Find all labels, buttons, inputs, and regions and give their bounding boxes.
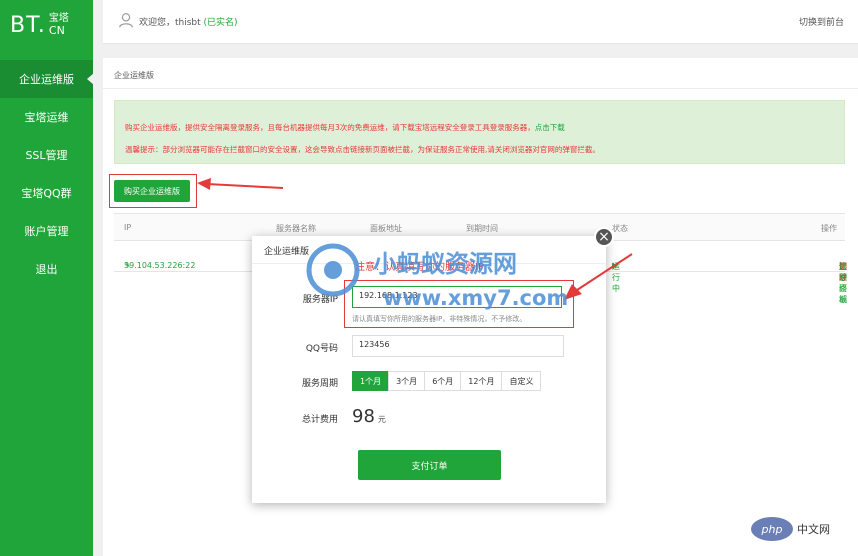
period-3-months[interactable]: 3个月 (388, 371, 426, 391)
period-12-months[interactable]: 12个月 (460, 371, 503, 391)
period-selector: 1个月 3个月 6个月 12个月 自定义 (352, 371, 542, 391)
col-panel-url: 面板地址 (370, 224, 402, 233)
download-link[interactable]: 点击下载 (535, 123, 565, 132)
notice-line2: 温馨提示：部分浏览器可能存在拦截窗口的安全设置，这会导致点击链接新页面被拦截，为… (125, 145, 600, 154)
welcome-text: 欢迎您，thisbt (已实名) (139, 18, 238, 28)
notice-line1: 购买企业运维版，提供安全隔离登录服务，且每台机器提供每月3次的免费运维，请下载宝… (125, 123, 535, 132)
breadcrumb: 企业运维版 (114, 71, 154, 80)
user-icon (119, 13, 133, 28)
col-server-name: 服务器名称 (276, 224, 316, 233)
php-logo: php (751, 517, 793, 541)
sidebar-item-account[interactable]: 账户管理 (0, 212, 93, 250)
period-label: 服务周期 (301, 379, 338, 389)
sidebar-item-enterprise[interactable]: 企业运维版 (0, 60, 94, 98)
logo-bt: BT. (10, 12, 46, 38)
total-label: 总计费用 (301, 415, 338, 425)
logo[interactable]: BT. 宝塔 CN (0, 0, 93, 50)
qq-input[interactable]: 123456 (352, 335, 564, 357)
sidebar-nav: 企业运维版 宝塔运维 SSL管理 宝塔QQ群 账户管理 退出 (0, 60, 94, 288)
top-header: 欢迎您，thisbt (已实名) 切换到前台 (103, 0, 858, 44)
php-cn-badge: php 中文网 (751, 512, 851, 546)
php-cn-text: 中文网 (797, 523, 830, 536)
col-expire: 到期时间 (466, 224, 498, 233)
purchase-modal: 企业运维版 × 注意：认真填写你的服务器IP 服务器IP 192.168.1.1… (252, 227, 614, 503)
notice-box: 购买企业运维版，提供安全隔离登录服务，且每台机器提供每月3次的免费运维，请下载宝… (114, 100, 845, 164)
sidebar-item-qq-group[interactable]: 宝塔QQ群 (0, 174, 93, 212)
sidebar: BT. 宝塔 CN 企业运维版 宝塔运维 SSL管理 宝塔QQ群 账户管理 退出 (0, 0, 94, 556)
pay-order-button[interactable]: 支付订单 (358, 450, 501, 480)
period-1-month[interactable]: 1个月 (352, 371, 390, 391)
close-icon[interactable]: × (594, 227, 614, 247)
period-custom[interactable]: 自定义 (501, 371, 542, 391)
col-status: 状态 (612, 224, 628, 233)
period-6-months[interactable]: 6个月 (424, 371, 462, 391)
sidebar-item-ssl[interactable]: SSL管理 (0, 136, 93, 174)
sidebar-item-bt-ops[interactable]: 宝塔运维 (0, 98, 93, 136)
logo-bottom: CN (48, 24, 65, 37)
col-ip: IP (124, 223, 132, 232)
server-ip-help: 请认真填写你所用的服务器IP，非特殊情况，不予修改。 (352, 315, 527, 323)
server-ip-label: 服务器IP (302, 295, 338, 305)
total-amount: 98 元 (352, 406, 386, 427)
modal-hint: 注意：认真填写你的服务器IP (355, 262, 484, 273)
sidebar-item-logout[interactable]: 退出 (0, 250, 93, 288)
server-ip-input[interactable]: 192.168.1.123 (352, 286, 562, 308)
buy-enterprise-button[interactable]: 购买企业运维版 (114, 180, 190, 202)
switch-to-front-link[interactable]: 切换到前台 (799, 15, 844, 28)
verified-badge: (已实名) (203, 18, 238, 28)
col-actions: 操作 (821, 224, 837, 233)
delete-link[interactable]: 删除 (839, 261, 847, 283)
edit-icon[interactable]: ✎ (124, 261, 131, 270)
divider (103, 88, 858, 89)
red-arrow-icon-modal (564, 253, 633, 300)
qq-label: QQ号码 (305, 344, 338, 354)
red-arrow-icon (197, 178, 284, 190)
